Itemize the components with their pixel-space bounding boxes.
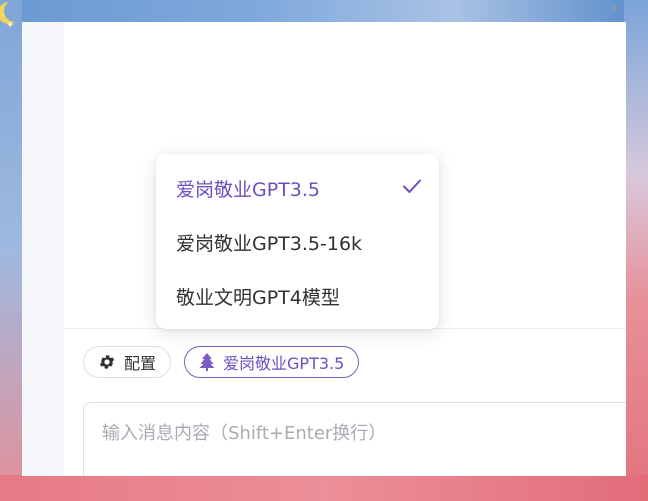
gear-icon: [98, 353, 116, 371]
wallpaper-left: [0, 0, 22, 501]
model-option-label: 爱岗敬业GPT3.5: [176, 178, 321, 201]
config-button-label: 配置: [124, 354, 157, 373]
wallpaper-right: [624, 0, 648, 501]
model-select-label: 爱岗敬业GPT3.5: [223, 354, 345, 373]
wallpaper-bottom: [0, 475, 648, 501]
message-input[interactable]: 输入消息内容（Shift+Enter换行）: [83, 402, 626, 476]
tree-icon: [199, 353, 215, 371]
composer-toolbar: 配置 爱岗敬业GPT3.5: [83, 346, 360, 378]
star-icon: ✧: [610, 4, 619, 15]
model-select-button[interactable]: 爱岗敬业GPT3.5: [184, 346, 360, 378]
side-panel: [22, 22, 64, 476]
check-icon: [401, 175, 423, 202]
model-option-label: 敬业文明GPT4模型: [176, 286, 340, 309]
model-option-gpt35-16k[interactable]: 爱岗敬业GPT3.5-16k: [156, 215, 439, 269]
model-option-gpt4[interactable]: 敬业文明GPT4模型: [156, 269, 439, 323]
config-button[interactable]: 配置: [83, 346, 172, 378]
model-dropdown: 爱岗敬业GPT3.5 爱岗敬业GPT3.5-16k 敬业文明GPT4模型: [156, 154, 439, 329]
model-option-label: 爱岗敬业GPT3.5-16k: [176, 232, 363, 255]
star-icon: ✦: [6, 20, 15, 31]
message-input-placeholder: 输入消息内容（Shift+Enter换行）: [102, 423, 387, 444]
model-option-gpt35[interactable]: 爱岗敬业GPT3.5: [156, 161, 439, 215]
